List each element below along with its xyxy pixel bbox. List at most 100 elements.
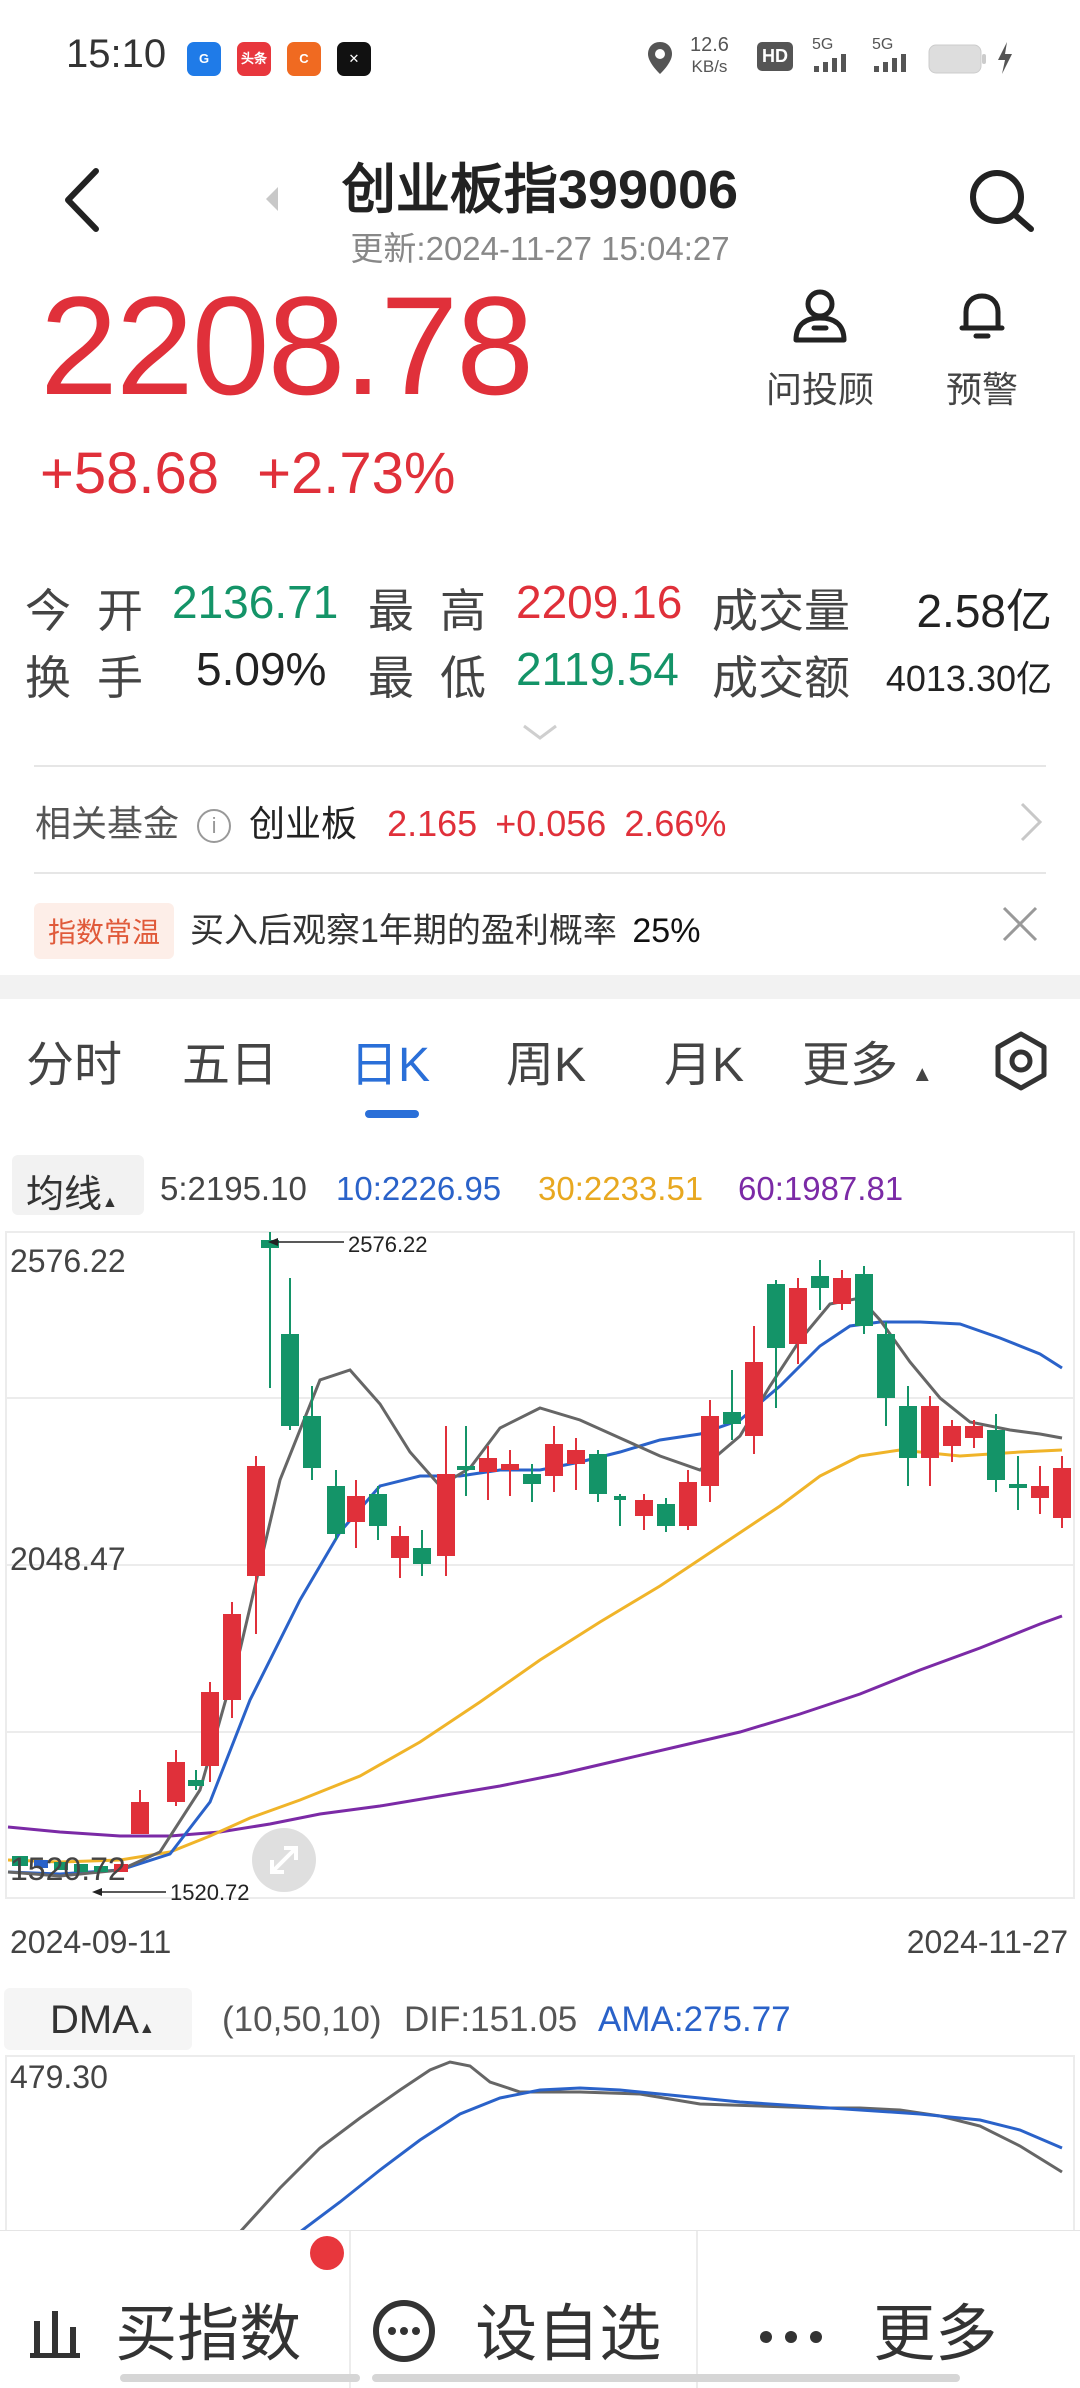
y-axis-low-label: 1520.72	[10, 1851, 126, 1887]
profit-probability[interactable]: 买入后观察1年期的盈利概率 25%	[190, 903, 700, 952]
dma-dif: DIF:151.05	[404, 2000, 578, 2039]
tab-weekly-k[interactable]: 周K	[506, 1025, 586, 1095]
volume-label: 成交量	[712, 585, 850, 637]
signal-icon	[814, 54, 846, 72]
divider	[349, 2231, 351, 2388]
bar-chart-icon	[30, 2311, 80, 2358]
settings-icon[interactable]	[990, 1030, 1052, 1092]
kline-chart[interactable]: 2576.22 2048.47 1520.72 2576.22 1520.72	[0, 1230, 1080, 1900]
stats-row-1: 今开	[25, 575, 169, 641]
net-speed: 12.6 KB/s	[690, 34, 729, 78]
change-percent: +2.73%	[257, 441, 456, 506]
ma10-line	[7, 1320, 1063, 1876]
net-speed-value: 12.6	[690, 34, 729, 56]
tab-monthly-k[interactable]: 月K	[664, 1025, 744, 1095]
chat-dots-icon	[373, 2300, 435, 2362]
app-icon-capcut: ✕	[337, 42, 371, 76]
location-icon	[648, 42, 672, 74]
fund-label: 相关基金	[35, 803, 180, 844]
info-icon[interactable]: i	[197, 809, 232, 843]
open-label: 今开	[25, 585, 169, 637]
candles	[12, 1232, 1071, 1872]
divider	[696, 2231, 698, 2388]
buy-index-label: 买指数	[115, 2300, 302, 2369]
tab-five-day[interactable]: 五日	[182, 1025, 278, 1095]
profit-probability-text: 买入后观察1年期的盈利概率	[190, 912, 617, 950]
alert-button[interactable]: 预警	[922, 288, 1042, 413]
add-watchlist-label: 设自选	[475, 2300, 662, 2369]
ma-selector-button[interactable]: 均线▲	[12, 1155, 144, 1216]
change-amount: +58.68	[40, 441, 220, 506]
more-label: 更多	[873, 2300, 998, 2369]
zoom-button[interactable]	[252, 1828, 316, 1892]
buy-index-button[interactable]: 买指数	[28, 2283, 301, 2373]
close-icon[interactable]	[998, 902, 1042, 946]
bottom-action-bar: 买指数 设自选 更多	[0, 2230, 1080, 2388]
advisor-icon	[793, 289, 847, 343]
turnover-label: 换手	[25, 652, 169, 704]
chart-period-tabs: 分时 五日 日K 周K 月K 更多 ▲	[0, 1025, 1080, 1125]
add-watchlist-button[interactable]: 设自选	[372, 2283, 661, 2373]
profit-probability-value: 25%	[632, 912, 701, 950]
indicator-selector-button[interactable]: DMA▲	[4, 1988, 192, 2050]
tab-daily-k[interactable]: 日K	[350, 1025, 430, 1095]
update-time: 更新:2024-11-27 15:04:27	[350, 230, 730, 267]
divider	[34, 872, 1046, 874]
fund-change: +0.056	[495, 803, 607, 844]
home-indicator	[372, 2374, 960, 2382]
fund-name: 创业板	[249, 803, 358, 844]
max-marker-label: 2576.22	[348, 1232, 428, 1257]
tab-intraday[interactable]: 分时	[26, 1025, 122, 1095]
ma60-line	[7, 1614, 1063, 1838]
status-time: 15:10	[66, 32, 167, 76]
advisor-label: 问投顾	[765, 369, 874, 410]
more-dots-icon	[760, 2331, 822, 2343]
dma-button-label: DMA	[50, 1998, 139, 2042]
ma5-line	[7, 1296, 1063, 1878]
tab-more-label: 更多	[802, 1039, 899, 1092]
alert-label: 预警	[945, 369, 1018, 410]
turnover-value: 5.09%	[196, 643, 327, 695]
dma-chart[interactable]: 479.30	[0, 2052, 1080, 2232]
ma-button-label: 均线	[26, 1174, 103, 1216]
caret-icon: ▲	[911, 1061, 934, 1086]
caret-icon: ▲	[138, 2020, 155, 2037]
bell-icon	[959, 293, 1005, 339]
amount-value: 4013.30亿	[885, 658, 1052, 699]
divider	[34, 765, 1046, 767]
volume-value: 2.58亿	[916, 585, 1052, 637]
current-price: 2208.78	[40, 267, 534, 424]
app-icon-blue: G	[187, 42, 221, 76]
index-temperature-badge: 指数常温	[34, 903, 175, 959]
status-bar: 15:10 G 头条 C ✕ 12.6 KB/s HD 5G 5G	[0, 0, 1080, 115]
dma-grid	[5, 2055, 1075, 2232]
open-value: 2136.71	[172, 576, 339, 628]
ma60-value: 60:1987.81	[738, 1170, 904, 1207]
page-title: 创业板指399006	[341, 160, 739, 220]
app-icon-toutiao: 头条	[237, 42, 271, 76]
price-change: +58.68 +2.73%	[40, 440, 455, 507]
min-marker-label: 1520.72	[170, 1880, 250, 1900]
low-value: 2119.54	[516, 643, 679, 695]
chevron-right-icon[interactable]	[1018, 800, 1044, 844]
advisor-button[interactable]: 问投顾	[760, 288, 880, 413]
ma10-value: 10:2226.95	[336, 1170, 502, 1207]
expand-chevron-icon[interactable]	[520, 722, 560, 742]
signal-icon	[874, 54, 906, 72]
related-fund-row[interactable]: 相关基金 i 创业板 2.165 +0.056 2.66%	[35, 795, 1045, 847]
amount-label: 成交额	[712, 652, 850, 704]
ma30-value: 30:2233.51	[538, 1170, 704, 1207]
section-gap	[0, 975, 1080, 999]
low-label: 最低	[368, 652, 512, 704]
tab-more[interactable]: 更多 ▲	[802, 1025, 933, 1095]
high-label: 最高	[368, 585, 512, 637]
y-axis-mid-label: 2048.47	[10, 1541, 126, 1577]
search-icon[interactable]	[965, 165, 1037, 237]
home-indicator	[120, 2374, 360, 2382]
min-marker-arrow	[92, 1888, 102, 1896]
more-button[interactable]: 更多	[756, 2283, 997, 2373]
dma-y-top-label: 479.30	[10, 2059, 108, 2095]
battery-icon	[928, 44, 986, 74]
ma5-value: 5:2195.10	[160, 1170, 307, 1207]
chart-grid	[5, 1231, 1075, 1899]
